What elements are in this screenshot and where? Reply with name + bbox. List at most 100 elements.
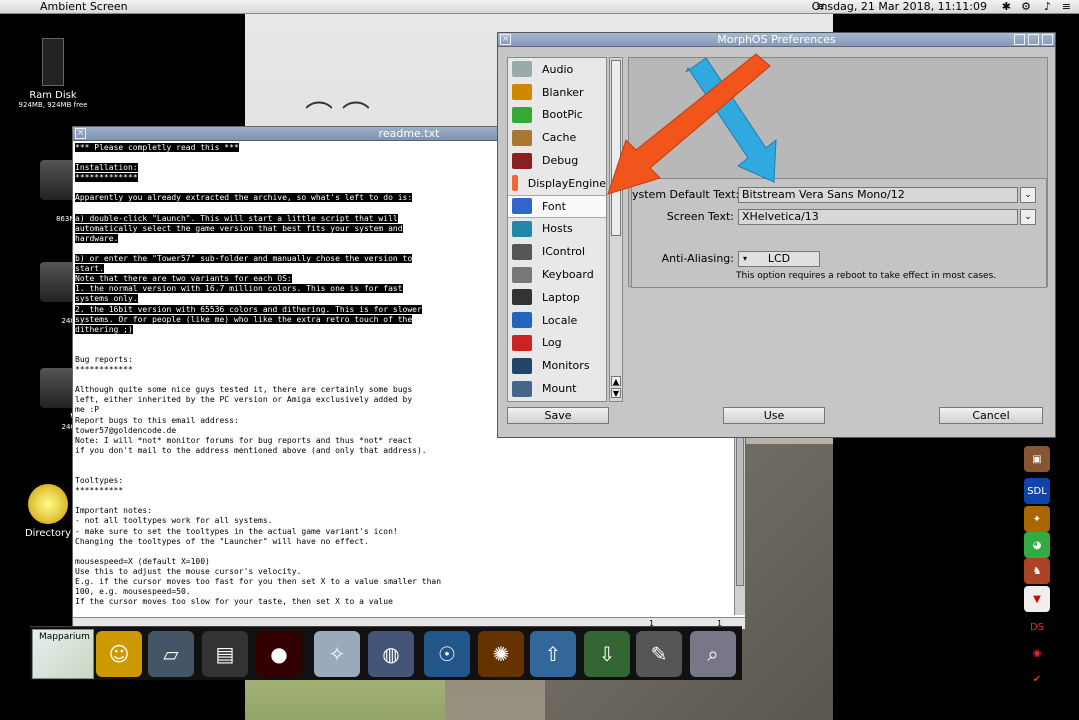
bug-icon[interactable]: ✱ <box>1002 1 1011 13</box>
dock: Mapparium ☺ ▱ ▤ ● ✧ ◍ ☉ ✺ ⇧ ⇩ ✎ ⌕ <box>30 626 742 680</box>
ds-icon[interactable]: DS <box>1024 614 1050 640</box>
record-icon[interactable]: ◉ <box>1024 640 1050 666</box>
game-icon[interactable]: ✦ <box>1024 506 1050 532</box>
scanner-icon[interactable]: ▱ <box>148 631 194 677</box>
sdl-icon[interactable]: SDL <box>1024 478 1050 504</box>
prefs-item-mount[interactable]: Mount <box>508 377 606 400</box>
screen-text-label: Screen Text: <box>666 210 734 223</box>
prefs-item-label: Laptop <box>542 290 580 304</box>
cancel-button[interactable]: Cancel <box>939 407 1043 424</box>
prefs-item-label: Audio <box>542 62 574 76</box>
clapper-icon[interactable]: ▤ <box>202 631 248 677</box>
depth-icon[interactable] <box>1042 34 1053 45</box>
group-title: nts <box>636 173 654 183</box>
text-line: ********** <box>75 486 730 496</box>
scroll-thumb[interactable] <box>611 60 621 236</box>
vinyl-icon[interactable]: ● <box>256 631 302 677</box>
antialiasing-cycle[interactable]: ▾ LCD <box>738 251 820 267</box>
text-line: - make sure to set the tooltypes in the … <box>75 527 730 537</box>
text-line-content: Important notes: <box>75 506 153 516</box>
character-icon[interactable]: ♞ <box>1024 558 1050 584</box>
menu-icon[interactable]: ≡ <box>1062 1 1071 13</box>
window-title: readme.txt <box>378 127 440 140</box>
prefs-item-laptop[interactable]: Laptop <box>508 286 606 309</box>
text-line-content: if you don't mail to the address mention… <box>75 445 427 455</box>
close-icon[interactable]: × <box>500 34 511 45</box>
prefs-item-icontrol[interactable]: IControl <box>508 240 606 263</box>
frog-icon[interactable]: ◕ <box>1024 532 1050 558</box>
fireworks-icon[interactable]: ✺ <box>478 631 524 677</box>
prefs-item-label: Locale <box>542 313 578 327</box>
cycle-icon: ▾ <box>743 254 748 263</box>
settings-icon[interactable]: ⚙ <box>1021 1 1031 13</box>
text-line-content: *** Please completly read this *** <box>75 143 239 152</box>
mapparium-map[interactable]: Mapparium <box>32 629 94 679</box>
save-button[interactable]: Save <box>507 407 609 424</box>
prefs-item-hosts[interactable]: Hosts <box>508 218 606 241</box>
desktop-icon-ram-disk[interactable]: Ram Disk 924MB, 924MB free <box>8 38 98 109</box>
prefs-item-locale[interactable]: Locale <box>508 309 606 332</box>
prefs-category-list[interactable]: Audio Blanker BootPic Cache Debug DisplayEngi… <box>507 57 607 402</box>
prefs-item-displayengine[interactable]: DisplayEngine <box>508 172 606 195</box>
prefs-item-label: Monitors <box>542 359 590 373</box>
prefs-item-monitors[interactable]: Monitors <box>508 354 606 377</box>
upload-icon[interactable]: ⇧ <box>530 631 576 677</box>
prefs-item-audio[interactable]: Audio <box>508 58 606 81</box>
category-scrollbar[interactable]: ▲ ▼ <box>609 57 623 402</box>
system-default-field[interactable]: Bitstream Vera Sans Mono/12 <box>738 187 1018 203</box>
prefs-item-label: Blanker <box>542 85 584 99</box>
laptop-icon <box>512 289 532 306</box>
text-line-content: a) double-click "Launch". This will star… <box>75 213 398 223</box>
font-settings-panel: nts ystem Default Text: Bitstream Vera S… <box>628 57 1048 288</box>
prefs-item-font[interactable]: Font <box>508 194 606 218</box>
preferences-window: × MorphOS Preferences Audio Blanker BootPi… <box>497 32 1056 438</box>
prefs-item-keyboard[interactable]: Keyboard <box>508 263 606 286</box>
use-button[interactable]: Use <box>723 407 825 424</box>
text-line-content: mousespeed=X (default X=100) <box>75 556 210 566</box>
scroll-down-icon[interactable]: ▼ <box>611 388 621 398</box>
chevron-down-icon[interactable]: ⌄ <box>1020 209 1036 225</box>
text-line-content: Although quite some nice guys tested it,… <box>75 385 413 395</box>
text-line-content: dithering ;) <box>75 324 133 334</box>
speaker-icon[interactable]: ♪ <box>1044 1 1051 13</box>
text-line-content: Installation: <box>75 163 138 173</box>
chevron-down-icon[interactable]: ⌄ <box>1020 187 1036 203</box>
iconify-icon[interactable] <box>1014 34 1025 45</box>
screen-text-field[interactable]: XHelvetica/13 <box>738 209 1018 225</box>
check-icon[interactable]: ✔ <box>1024 666 1050 692</box>
text-line-content: If the cursor moves too slow for your ta… <box>75 597 393 607</box>
close-icon[interactable]: × <box>75 128 86 139</box>
person-icon[interactable]: ☉ <box>424 631 470 677</box>
prefs-item-cache[interactable]: Cache <box>508 126 606 149</box>
magnifier-icon[interactable]: ⌕ <box>690 631 736 677</box>
system-default-label: ystem Default Text: <box>632 188 740 201</box>
text-line-content: - not all tooltypes work for all systems… <box>75 516 273 526</box>
chat-icon[interactable]: ✎ <box>636 631 682 677</box>
text-line-content: systems only. <box>75 294 138 304</box>
scroll-up-icon[interactable]: ▲ <box>611 376 621 386</box>
theater-icon[interactable]: ☺ <box>96 631 142 677</box>
icon-sublabel: 924MB, 924MB free <box>18 101 88 109</box>
prefs-item-debug[interactable]: Debug <box>508 149 606 172</box>
download-icon[interactable]: ⇩ <box>584 631 630 677</box>
badge-icon[interactable]: ▼ <box>1024 586 1050 612</box>
text-line-content: - make sure to set the tooltypes in the … <box>75 526 398 536</box>
clock[interactable]: Onsdag, 21 Mar 2018, 11:11:09 <box>812 0 987 13</box>
text-line-content: Note that there are two variants for eac… <box>75 274 292 284</box>
globe-icon[interactable]: ◍ <box>368 631 414 677</box>
prefs-titlebar[interactable]: × MorphOS Preferences <box>498 33 1055 47</box>
bootpic-icon <box>512 106 532 123</box>
prefs-item-label: Cache <box>542 131 577 145</box>
cache-icon <box>512 129 532 146</box>
compass-icon[interactable]: ✧ <box>314 631 360 677</box>
prefs-item-bootpic[interactable]: BootPic <box>508 104 606 127</box>
icon-label: Ram Disk <box>29 90 77 101</box>
text-line-content: Note: I will *not* monitor forums for bu… <box>75 435 413 445</box>
game-icon[interactable]: ▣ <box>1024 446 1050 472</box>
text-line-content: Use this to adjust the mouse cursor's ve… <box>75 566 302 576</box>
prefs-item-log[interactable]: Log <box>508 332 606 355</box>
debug-icon <box>512 152 532 169</box>
prefs-item-blanker[interactable]: Blanker <box>508 81 606 104</box>
text-line-content: E.g. if the cursor moves too fast for yo… <box>75 577 442 587</box>
zoom-icon[interactable] <box>1028 34 1039 45</box>
